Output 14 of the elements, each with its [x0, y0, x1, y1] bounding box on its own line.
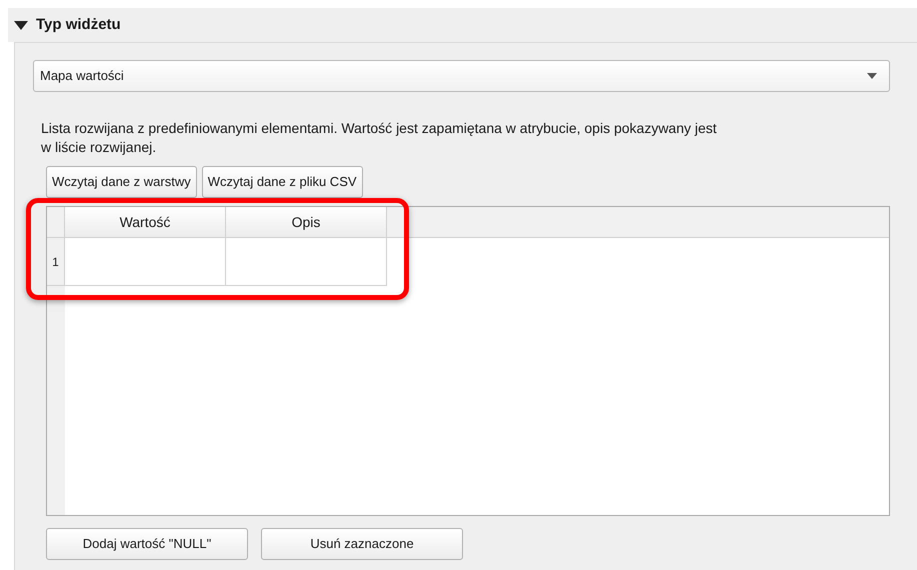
row-header[interactable]: 1 [47, 238, 65, 286]
table-cell[interactable] [65, 238, 226, 286]
dropdown-arrow-icon [867, 73, 877, 79]
push-button[interactable]: Usuń zaznaczone [261, 528, 463, 560]
table-cell[interactable] [226, 238, 387, 286]
description-text: Lista rozwijana z predefiniowanymi elementami. Wartość jest zapamiętana w atrybucie, opis pokazywany jest w liście rozwijanej. [41, 119, 718, 157]
column-header[interactable]: Wartość [65, 207, 226, 237]
push-button[interactable]: Wczytaj dane z warstwy [46, 166, 197, 198]
section-header[interactable]: Typ widżetu [8, 8, 917, 42]
widget-type-dropdown[interactable]: Mapa wartości [33, 60, 890, 92]
push-button[interactable]: Wczytaj dane z pliku CSV [202, 166, 363, 198]
column-header[interactable]: Opis [226, 207, 387, 237]
push-button[interactable]: Dodaj wartość "NULL" [46, 528, 248, 560]
section-title: Typ widżetu [36, 14, 121, 35]
